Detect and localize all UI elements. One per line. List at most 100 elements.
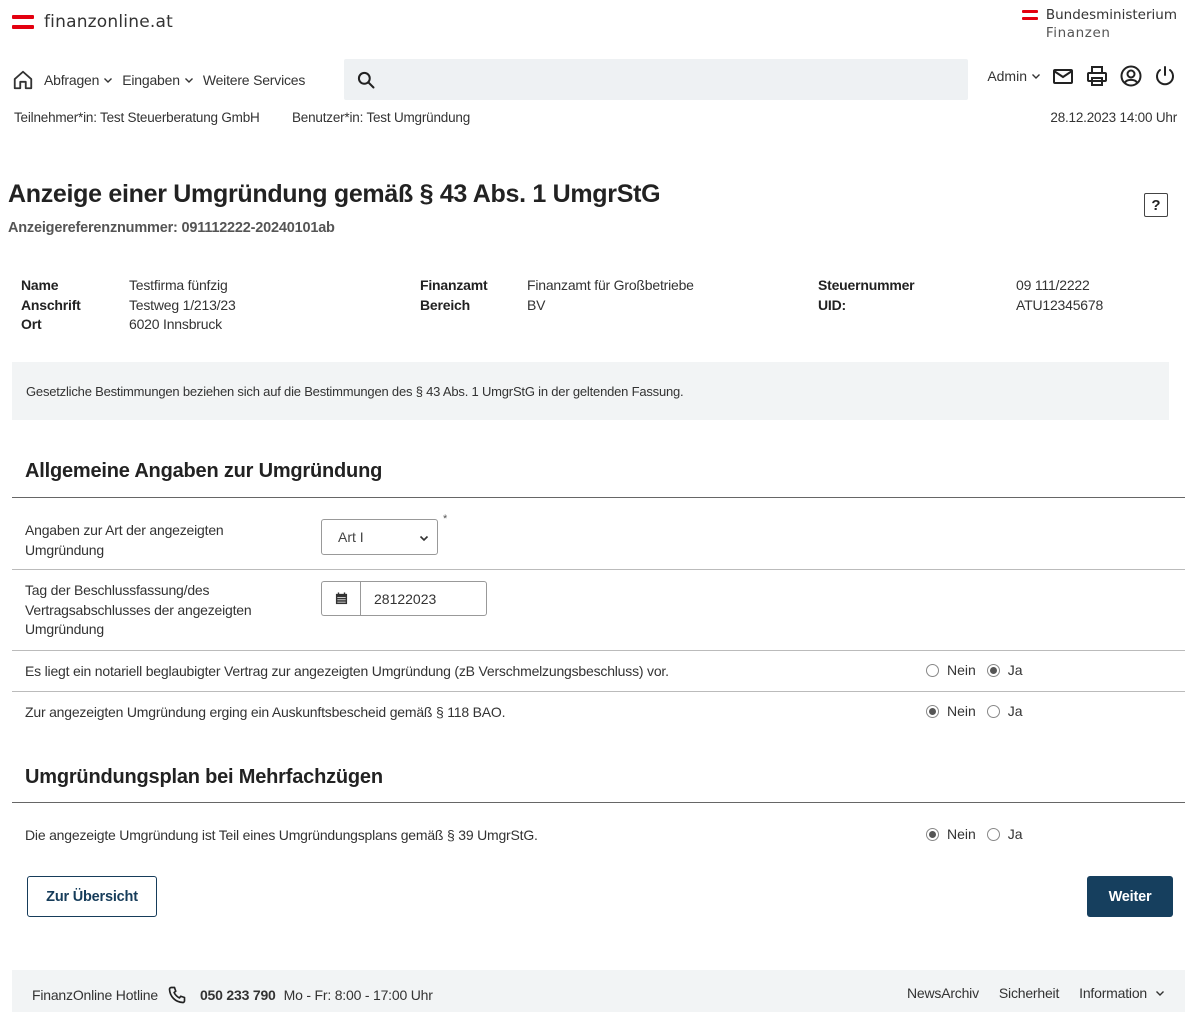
- company-values-col2: Finanzamt für Großbetriebe BV: [527, 276, 694, 315]
- plan-radio-group: Nein Ja: [926, 826, 1034, 842]
- footer-link-newsarchiv[interactable]: NewsArchiv: [907, 985, 979, 1001]
- radio-button-selected[interactable]: [926, 704, 939, 718]
- tax-number-value: 09 111/2222: [1016, 277, 1090, 293]
- tax-number-label: Steuernummer: [818, 277, 915, 293]
- radio-option-ja[interactable]: Ja: [986, 826, 1023, 842]
- section-heading-plan: Umgründungsplan bei Mehrfachzügen: [25, 766, 383, 788]
- radio-label: Ja: [1007, 703, 1023, 719]
- ruling-radio-group: Nein Ja: [926, 703, 1034, 719]
- divider: [12, 497, 1185, 498]
- user-account-icon[interactable]: [1119, 64, 1143, 88]
- required-marker: *: [443, 513, 448, 525]
- date-label-line1: Tag der Beschlussfassung/des: [25, 582, 210, 598]
- section-heading-general: Allgemeine Angaben zur Umgründung: [25, 460, 383, 482]
- date-label-line2: Vertragsabschlusses der angezeigten: [25, 601, 252, 618]
- footer-link-label: Information: [1079, 985, 1147, 1001]
- radio-button[interactable]: [926, 663, 939, 677]
- home-icon[interactable]: [12, 69, 34, 91]
- art-select-value: Art I: [338, 529, 364, 545]
- radio-option-ja[interactable]: Ja: [986, 703, 1023, 719]
- radio-button-selected[interactable]: [986, 663, 1000, 677]
- footer-link-sicherheit[interactable]: Sicherheit: [999, 985, 1059, 1001]
- company-values-col3: 09 111/2222 ATU12345678: [1016, 276, 1103, 315]
- area-value: BV: [527, 296, 546, 313]
- art-select[interactable]: Art I: [321, 519, 438, 555]
- legal-notice: Gesetzliche Bestimmungen beziehen sich a…: [12, 362, 1169, 420]
- chevron-down-icon: [184, 78, 193, 83]
- divider: [12, 802, 1185, 803]
- site-logo[interactable]: finanzonline.at: [12, 12, 173, 32]
- hotline-number[interactable]: 050 233 790: [200, 987, 276, 1003]
- radio-button[interactable]: [986, 827, 1000, 841]
- ministry-name-line1: Bundesministerium: [1045, 7, 1177, 23]
- nav-item-label: Abfragen: [44, 72, 100, 88]
- tax-office-label: Finanzamt: [420, 277, 488, 293]
- power-icon[interactable]: [1153, 64, 1177, 88]
- chevron-down-icon: [419, 535, 429, 542]
- art-label-line1: Angaben zur Art der angezeigten: [25, 522, 224, 538]
- uid-value: ATU12345678: [1016, 296, 1104, 313]
- mail-icon[interactable]: [1051, 64, 1075, 88]
- company-address: Testweg 1/213/23: [129, 296, 236, 313]
- hotline-label: FinanzOnline Hotline: [32, 987, 158, 1003]
- help-button[interactable]: ?: [1144, 193, 1168, 217]
- next-button[interactable]: Weiter: [1087, 876, 1173, 917]
- company-name: Testfirma fünfzig: [129, 277, 228, 293]
- site-name: finanzonline.at: [44, 12, 173, 32]
- ministry-logo: Bundesministerium Finanzen: [1021, 6, 1177, 42]
- company-labels-col2: Finanzamt Bereich: [420, 276, 488, 315]
- user-info: Benutzer*in: Test Umgründung: [292, 110, 471, 125]
- nav-item-label: Weitere Services: [202, 72, 306, 88]
- hotline-hours: Mo - Fr: 8:00 - 17:00 Uhr: [283, 987, 433, 1003]
- radio-option-nein[interactable]: Nein: [926, 662, 976, 678]
- overview-button[interactable]: Zur Übersicht: [27, 876, 157, 917]
- hotline-info: FinanzOnline Hotline 050 233 790 Mo - Fr…: [32, 985, 433, 1005]
- area-label: Bereich: [420, 296, 470, 313]
- phone-icon: [168, 986, 186, 1004]
- chevron-down-icon: [104, 78, 113, 83]
- footer-link-information[interactable]: Information: [1079, 985, 1165, 1001]
- austria-flag-icon: [12, 15, 34, 29]
- uid-label: UID:: [818, 296, 846, 313]
- search-icon[interactable]: [356, 70, 376, 90]
- name-label: Name: [21, 277, 59, 293]
- tax-office-value: Finanzamt für Großbetriebe: [527, 277, 694, 293]
- print-icon[interactable]: [1085, 64, 1109, 88]
- company-values-col1: Testfirma fünfzig Testweg 1/213/23 6020 …: [129, 276, 236, 335]
- radio-label: Ja: [1007, 826, 1023, 842]
- date-input[interactable]: 28122023: [360, 581, 487, 616]
- radio-label: Nein: [947, 703, 976, 719]
- user-menu-label: Admin: [987, 68, 1027, 84]
- radio-option-ja[interactable]: Ja: [986, 662, 1023, 678]
- footer-links: NewsArchiv Sicherheit Information: [907, 985, 1165, 1001]
- participant-info: Teilnehmer*in: Test Steuerberatung GmbH: [14, 110, 260, 125]
- city-label: Ort: [21, 316, 42, 332]
- radio-option-nein[interactable]: Nein: [926, 826, 976, 842]
- nav-item-label: Eingaben: [122, 72, 180, 88]
- ministry-name-line2: Finanzen: [1045, 25, 1111, 41]
- radio-button-selected[interactable]: [926, 827, 939, 841]
- user-menu[interactable]: Admin: [987, 68, 1041, 84]
- search-input[interactable]: [344, 59, 968, 100]
- calendar-button[interactable]: [321, 581, 360, 616]
- page-title: Anzeige einer Umgründung gemäß § 43 Abs.…: [8, 180, 661, 208]
- nav-abfragen[interactable]: Abfragen: [44, 72, 113, 88]
- divider: [12, 650, 1185, 651]
- radio-label: Ja: [1007, 662, 1023, 678]
- nav-eingaben[interactable]: Eingaben: [122, 72, 194, 88]
- chevron-down-icon: [1156, 991, 1164, 996]
- austria-flag-icon: [1021, 10, 1038, 20]
- art-label-line2: Umgründung: [25, 541, 104, 558]
- ruling-question: Zur angezeigten Umgründung erging ein Au…: [25, 704, 506, 720]
- main-nav: Abfragen Eingaben Weitere Services: [12, 66, 314, 94]
- date-field: 28122023: [321, 581, 487, 616]
- radio-button[interactable]: [986, 704, 1000, 718]
- calendar-icon: [335, 592, 347, 605]
- date-label: Tag der Beschlussfassung/des Vertragsabs…: [25, 581, 252, 640]
- address-label: Anschrift: [21, 296, 81, 313]
- radio-option-nein[interactable]: Nein: [926, 703, 976, 719]
- company-city: 6020 Innsbruck: [129, 316, 222, 332]
- nav-weitere-services[interactable]: Weitere Services: [202, 72, 306, 88]
- divider: [12, 691, 1185, 692]
- notarized-radio-group: Nein Ja: [926, 662, 1034, 678]
